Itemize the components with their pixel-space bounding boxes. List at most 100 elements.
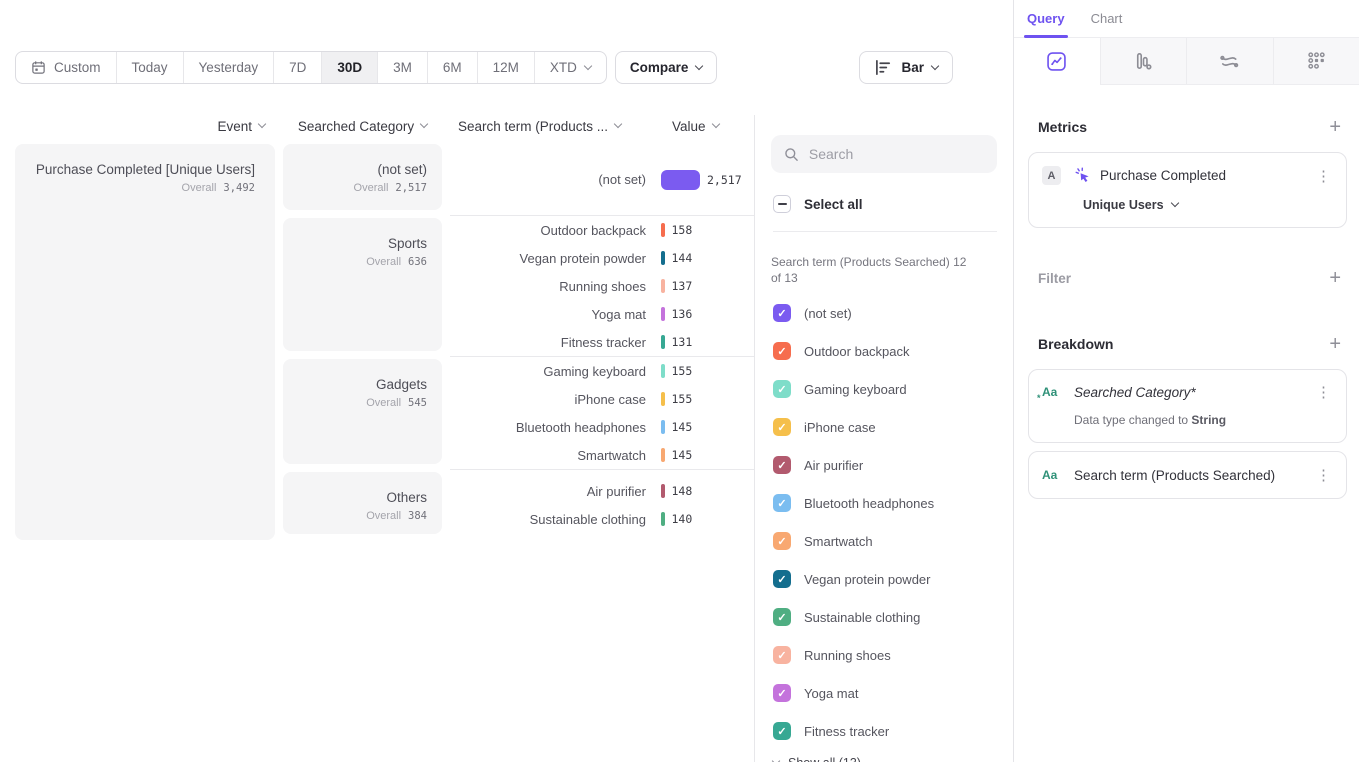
checkbox[interactable]: ✓ [773, 646, 791, 664]
date-range-3m[interactable]: 3M [378, 52, 428, 83]
checkbox[interactable]: ✓ [773, 570, 791, 588]
tab-query[interactable]: Query [1027, 0, 1065, 37]
term-row[interactable]: Vegan protein powder144 [450, 244, 754, 272]
indeterminate-dash-icon [778, 203, 787, 205]
metric-card[interactable]: A Purchase Completed ⋮ Unique Users [1028, 152, 1347, 228]
checkbox[interactable]: ✓ [773, 532, 791, 550]
breakdown-table: Event Searched Category Search term (Pro… [0, 115, 754, 762]
kebab-menu-icon[interactable]: ⋮ [1311, 466, 1336, 484]
legend-item-not-set[interactable]: ✓(not set) [771, 294, 997, 332]
category-name: Sports [283, 236, 427, 251]
date-range-30d[interactable]: 30D [322, 52, 378, 83]
value-number: 136 [672, 307, 693, 321]
date-range-7d[interactable]: 7D [274, 52, 322, 83]
breakdown-card-searched-category[interactable]: *Aa Searched Category* ⋮ Data type chang… [1028, 369, 1347, 443]
legend-item-smartwatch[interactable]: ✓Smartwatch [771, 522, 997, 560]
checkbox[interactable]: ✓ [773, 380, 791, 398]
legend-item-bluetooth-headphones[interactable]: ✓ Bluetooth headphones [771, 484, 997, 522]
category-card[interactable]: OthersOverall384 [283, 472, 442, 534]
category-card[interactable]: GadgetsOverall545 [283, 359, 442, 464]
view-tab-insights[interactable] [1014, 38, 1100, 85]
select-all[interactable]: Select all [773, 195, 997, 232]
event-card[interactable]: Purchase Completed [Unique Users] Overal… [15, 144, 275, 540]
legend-item-gaming-keyboard[interactable]: ✓Gaming keyboard [771, 370, 997, 408]
legend-item-outdoor-backpack[interactable]: ✓ Outdoor backpack [771, 332, 997, 370]
checkbox[interactable]: ✓ [773, 342, 791, 360]
category-column-header[interactable]: Searched Category [283, 119, 442, 134]
aggregation-label: Unique Users [1083, 198, 1164, 212]
category-card[interactable]: SportsOverall636 [283, 218, 442, 351]
view-tab-retention[interactable] [1273, 38, 1359, 84]
legend-item-air-purifier[interactable]: ✓ Air purifier [771, 446, 997, 484]
legend-panel: Select all Search term (Products Searche… [754, 115, 1013, 762]
checkbox[interactable]: ✓ [773, 456, 791, 474]
term-row[interactable]: Air purifier148 [450, 477, 754, 505]
show-all-button[interactable]: Show all (13) [773, 756, 997, 762]
metric-row: A Purchase Completed ⋮ [1042, 166, 1336, 185]
select-all-checkbox[interactable] [773, 195, 791, 213]
term-column-header[interactable]: Search term (Products ... [450, 119, 659, 134]
breakdown-card-search-term[interactable]: Aa Search term (Products Searched) ⋮ [1028, 451, 1347, 499]
term-row[interactable]: iPhone case155 [450, 385, 754, 413]
view-tab-flows[interactable] [1186, 38, 1273, 84]
chevron-down-icon [584, 61, 592, 69]
overall-value: 2,517 [395, 182, 427, 194]
term-row[interactable]: Gaming keyboard155 [450, 357, 754, 385]
compare-button[interactable]: Compare [615, 51, 718, 84]
overall-label: Overall [366, 397, 401, 409]
term-row[interactable]: Fitness tracker131 [450, 328, 754, 356]
checkbox[interactable]: ✓ [773, 304, 791, 322]
checkbox[interactable]: ✓ [773, 722, 791, 740]
date-range-xtd[interactable]: XTD [535, 52, 606, 83]
tab-chart[interactable]: Chart [1091, 0, 1123, 37]
legend-item-label: Air purifier [804, 458, 863, 473]
search-input[interactable] [809, 146, 984, 162]
legend-search[interactable] [771, 135, 997, 173]
legend-item-sustainable-clothing[interactable]: ✓Sustainable clothing [771, 598, 997, 636]
chart-region: Custom Today Yesterday 7D 30D3M6M12MXTD Comp… [0, 0, 1013, 762]
date-range-yesterday[interactable]: Yesterday [184, 52, 275, 83]
add-filter-button[interactable]: + [1329, 268, 1341, 288]
checkbox[interactable]: ✓ [773, 684, 791, 702]
date-range-label: 7D [289, 60, 306, 75]
date-range-label: Today [132, 60, 168, 75]
legend-item-fitness-tracker[interactable]: ✓Fitness tracker [771, 712, 997, 750]
value-column-header[interactable]: Value [659, 119, 754, 134]
filter-section-header: Filter + [1028, 268, 1347, 288]
legend-item-iphone-case[interactable]: ✓iPhone case [771, 408, 997, 446]
legend-item-label: Bluetooth headphones [804, 496, 934, 511]
overall-value: 636 [408, 256, 427, 268]
legend-item-vegan-protein-powder[interactable]: ✓Vegan protein powder [771, 560, 997, 598]
date-range-today[interactable]: Today [117, 52, 184, 83]
date-range-12m[interactable]: 12M [478, 52, 535, 83]
date-range-6m[interactable]: 6M [428, 52, 478, 83]
category-group-not-set: (not set)Overall2,517(not set)2,517 [283, 144, 754, 216]
term-row[interactable]: Smartwatch145 [450, 441, 754, 469]
term-row[interactable]: Sustainable clothing140 [450, 505, 754, 533]
add-metric-button[interactable]: + [1329, 117, 1341, 137]
category-card[interactable]: (not set)Overall2,517 [283, 144, 442, 210]
legend-item-yoga-mat[interactable]: ✓Yoga mat [771, 674, 997, 712]
term-row[interactable]: (not set)2,517 [450, 166, 754, 194]
term-row[interactable]: Yoga mat136 [450, 300, 754, 328]
view-tab-funnels[interactable] [1100, 38, 1187, 84]
category-name: (not set) [283, 162, 427, 177]
checkbox[interactable]: ✓ [773, 494, 791, 512]
chevron-down-icon [695, 61, 703, 69]
funnels-icon [1132, 50, 1155, 73]
legend-item-running-shoes[interactable]: ✓Running shoes [771, 636, 997, 674]
checkbox[interactable]: ✓ [773, 608, 791, 626]
kebab-menu-icon[interactable]: ⋮ [1311, 167, 1336, 185]
checkbox[interactable]: ✓ [773, 418, 791, 436]
legend-item-label: Outdoor backpack [804, 344, 910, 359]
aggregation-selector[interactable]: Unique Users [1083, 198, 1336, 212]
table-body: Purchase Completed [Unique Users] Overal… [15, 144, 754, 540]
add-breakdown-button[interactable]: + [1329, 334, 1341, 354]
term-row[interactable]: Outdoor backpack158 [450, 216, 754, 244]
event-column-header[interactable]: Event [15, 119, 275, 134]
chart-type-button[interactable]: Bar [859, 51, 953, 84]
date-range-custom[interactable]: Custom [16, 52, 117, 83]
term-row[interactable]: Bluetooth headphones145 [450, 413, 754, 441]
kebab-menu-icon[interactable]: ⋮ [1311, 383, 1336, 401]
term-row[interactable]: Running shoes137 [450, 272, 754, 300]
